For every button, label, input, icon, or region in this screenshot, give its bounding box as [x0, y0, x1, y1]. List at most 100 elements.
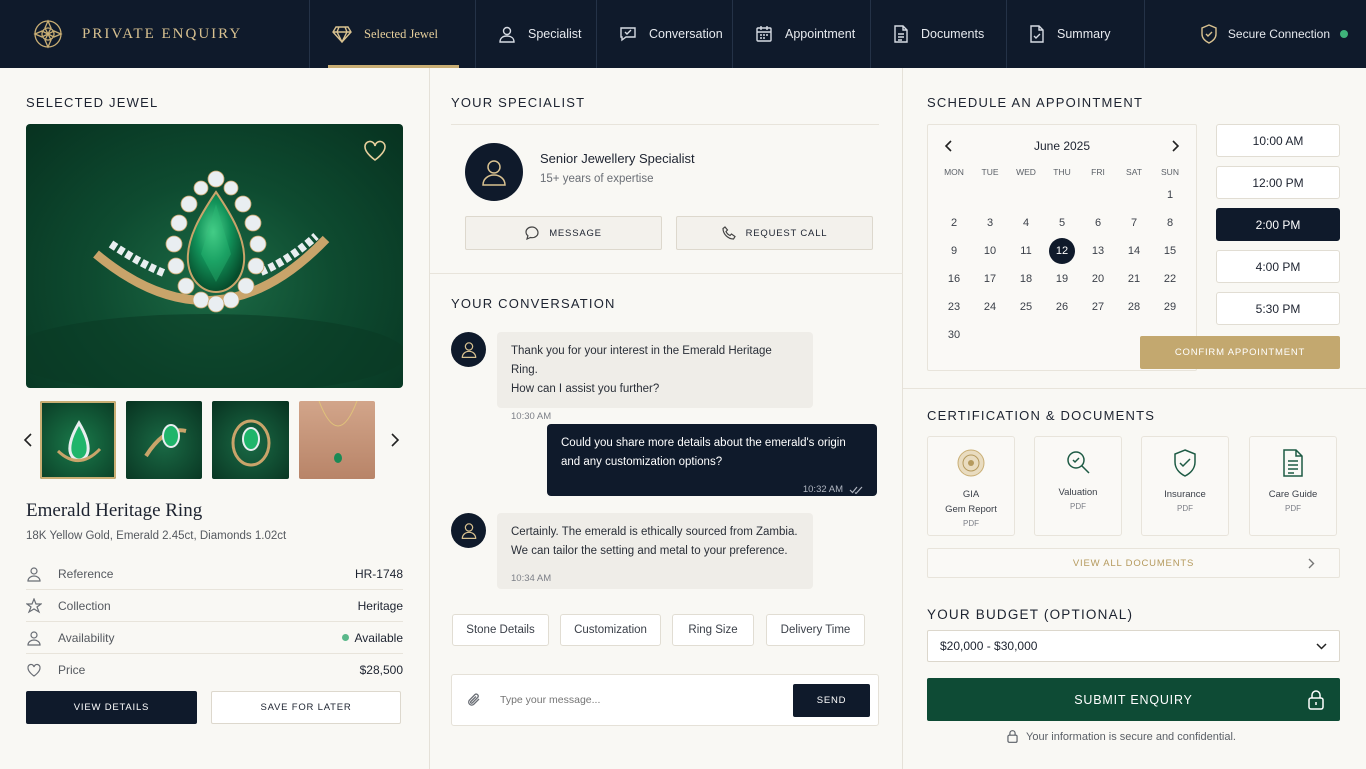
calendar-weekdays: MON TUE WED THU FRI SAT SUN	[936, 167, 1188, 177]
budget-value: $20,000 - $30,000	[940, 639, 1038, 653]
calendar-day[interactable]: 14	[1116, 245, 1152, 257]
diamond-icon	[332, 25, 352, 43]
message-input[interactable]	[500, 694, 793, 706]
calendar-day[interactable]: 29	[1152, 301, 1188, 313]
calendar-day[interactable]: 16	[936, 273, 972, 285]
thumbnail-4[interactable]	[298, 401, 376, 479]
send-button[interactable]: SEND	[793, 683, 870, 717]
section-title: YOUR CONVERSATION	[451, 296, 616, 311]
document-gia-report[interactable]: GIA Gem Report PDF	[927, 436, 1015, 536]
calendar-day[interactable]: 6	[1080, 217, 1116, 229]
document-name: GIA Gem Report	[945, 487, 997, 517]
calendar-day[interactable]: 15	[1152, 245, 1188, 257]
heart-icon[interactable]	[363, 140, 387, 162]
calendar-day[interactable]: 17	[972, 273, 1008, 285]
message-composer: SEND	[451, 674, 879, 726]
calendar-day[interactable]: 20	[1080, 273, 1116, 285]
calendar-day[interactable]: 21	[1116, 273, 1152, 285]
quick-reply-delivery-time[interactable]: Delivery Time	[766, 614, 865, 646]
chevron-right-icon[interactable]	[1172, 140, 1180, 152]
user-icon	[498, 25, 516, 43]
calendar-day[interactable]: 5	[1044, 217, 1080, 229]
calendar-month: June 2025	[1033, 139, 1091, 153]
spec-value: Heritage	[357, 598, 403, 613]
spec-label: Collection	[58, 598, 111, 613]
message-line: Certainly. The emerald is ethically sour…	[511, 526, 798, 538]
calendar-day[interactable]: 8	[1152, 217, 1188, 229]
document-insurance[interactable]: Insurance PDF	[1141, 436, 1229, 536]
time-slot[interactable]: 5:30 PM	[1216, 292, 1340, 325]
document-valuation[interactable]: Valuation PDF	[1034, 436, 1122, 536]
time-slot[interactable]: 10:00 AM	[1216, 124, 1340, 157]
chevron-left-icon[interactable]	[20, 433, 36, 447]
view-all-documents-button[interactable]: VIEW ALL DOCUMENTS	[927, 548, 1340, 578]
document-name: Insurance	[1164, 489, 1206, 500]
calendar-day[interactable]: 9	[936, 245, 972, 257]
calendar-day[interactable]: 7	[1116, 217, 1152, 229]
calendar-day[interactable]: 18	[1008, 273, 1044, 285]
calendar-day[interactable]: 2	[936, 217, 972, 229]
spec-collection: Collection Heritage	[26, 590, 403, 622]
calendar-day[interactable]: 23	[936, 301, 972, 313]
save-for-later-button[interactable]: SAVE FOR LATER	[211, 691, 401, 724]
paperclip-icon[interactable]	[466, 692, 482, 708]
confirm-appointment-button[interactable]: CONFIRM APPOINTMENT	[1140, 336, 1340, 369]
brand[interactable]: PRIVATE ENQUIRY	[0, 0, 310, 68]
message-label: MESSAGE	[549, 227, 602, 239]
tab-specialist[interactable]: Specialist	[476, 0, 597, 68]
time-slot[interactable]: 12:00 PM	[1216, 166, 1340, 199]
specialist-avatar-small	[451, 513, 486, 548]
calendar-day[interactable]: 13	[1080, 245, 1116, 257]
tab-documents[interactable]: Documents	[871, 0, 1007, 68]
calendar-day[interactable]: 30	[936, 329, 972, 341]
top-nav-bar: PRIVATE ENQUIRY Selected Jewel Specialis…	[0, 0, 1366, 68]
calendar-day[interactable]: 1	[1152, 189, 1188, 201]
divider	[451, 124, 879, 125]
quick-reply-stone-details[interactable]: Stone Details	[452, 614, 549, 646]
message-line: We can tailor the setting and metal to y…	[511, 545, 788, 557]
time-slot[interactable]: 4:00 PM	[1216, 250, 1340, 283]
calendar-day[interactable]: 28	[1116, 301, 1152, 313]
submit-enquiry-button[interactable]: SUBMIT ENQUIRY	[927, 678, 1340, 721]
thumbnail-1[interactable]	[39, 401, 117, 479]
message-meta: 10:32 AM	[561, 480, 863, 499]
document-icon	[893, 25, 909, 43]
tab-selected-jewel[interactable]: Selected Jewel	[310, 0, 476, 68]
request-call-button[interactable]: REQUEST CALL	[676, 216, 873, 250]
view-all-label: VIEW ALL DOCUMENTS	[1072, 557, 1195, 569]
tab-summary[interactable]: Summary	[1007, 0, 1145, 68]
message-bubble-outgoing: Could you share more details about the e…	[547, 424, 877, 496]
calendar-day[interactable]: 27	[1080, 301, 1116, 313]
budget-select[interactable]: $20,000 - $30,000	[927, 630, 1340, 662]
calendar-day[interactable]: 22	[1152, 273, 1188, 285]
document-care-guide[interactable]: Care Guide PDF	[1249, 436, 1337, 536]
secure-note: Your information is secure and confident…	[1007, 730, 1236, 743]
thumbnail-2[interactable]	[126, 401, 203, 479]
calendar-day[interactable]: 25	[1008, 301, 1044, 313]
jewel-main-image[interactable]	[26, 124, 403, 388]
calendar-day[interactable]: 11	[1008, 245, 1044, 257]
time-slot-selected[interactable]: 2:00 PM	[1216, 208, 1340, 241]
calendar-day[interactable]: 26	[1044, 301, 1080, 313]
quick-reply-ring-size[interactable]: Ring Size	[672, 614, 754, 646]
specialist-conversation-panel: YOUR SPECIALIST Senior Jewellery Special…	[430, 68, 903, 769]
calendar-day[interactable]: 24	[972, 301, 1008, 313]
calendar-day[interactable]: 4	[1008, 217, 1044, 229]
spec-price: Price $28,500	[26, 654, 403, 686]
tab-conversation[interactable]: Conversation	[597, 0, 733, 68]
calendar-day[interactable]: 10	[972, 245, 1008, 257]
calendar-day-selected[interactable]: 12	[1044, 238, 1080, 264]
chevron-left-icon[interactable]	[944, 140, 952, 152]
message-button[interactable]: MESSAGE	[465, 216, 662, 250]
chevron-right-icon[interactable]	[387, 433, 403, 447]
section-title: SCHEDULE AN APPOINTMENT	[927, 95, 1144, 110]
spec-value: Available	[354, 630, 403, 645]
calendar-day[interactable]: 3	[972, 217, 1008, 229]
shield-check-icon	[1173, 449, 1197, 477]
tab-appointment[interactable]: Appointment	[733, 0, 871, 68]
message-line: Thank you for your interest in the Emera…	[511, 345, 772, 376]
calendar-day[interactable]: 19	[1044, 273, 1080, 285]
view-details-button[interactable]: VIEW DETAILS	[26, 691, 197, 724]
thumbnail-3[interactable]	[212, 401, 289, 479]
quick-reply-customization[interactable]: Customization	[560, 614, 661, 646]
